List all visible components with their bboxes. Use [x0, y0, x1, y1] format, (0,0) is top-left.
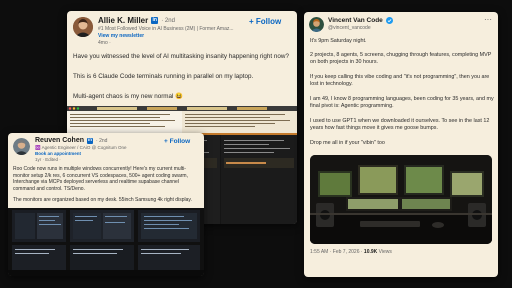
monitors-screenshot[interactable]: [8, 208, 204, 276]
follow-label: + Follow: [249, 17, 282, 26]
follow-button[interactable]: + Follow: [164, 138, 190, 145]
post-paragraph: This is 6 Claude Code terminals running …: [73, 73, 254, 80]
linkedin-badge-icon: in: [151, 17, 159, 24]
post-card-vincent: Vincent Van Code @vincent_vancode ··· It…: [304, 12, 498, 277]
follow-button[interactable]: + Follow: [249, 17, 281, 26]
post-paragraph: If you keep calling this vibe coding and…: [310, 74, 490, 88]
avatar[interactable]: [309, 17, 324, 32]
post-paragraph: I am 49, I know 8 programming languages,…: [310, 96, 494, 110]
author-headline: #1 Most Followed Voice in AI Business (2…: [98, 26, 234, 32]
post-paragraph: The monitors are organized based on my d…: [13, 197, 192, 203]
author-name[interactable]: Vincent Van Code: [328, 17, 383, 24]
author-handle[interactable]: @vincent_vancode: [328, 25, 371, 31]
author-line: Vincent Van Code: [328, 17, 393, 24]
post-paragraph: 2 projects, 8 agents, 5 screens, chuggin…: [310, 52, 492, 66]
post-footer: 1:55 AM · Feb 7, 2026 · 10.9K Views: [310, 249, 392, 255]
author-line: Reuven Cohen in · 2nd: [35, 137, 107, 144]
follow-label: + Follow: [164, 138, 191, 145]
post-paragraph: It's 9pm Saturday night.: [310, 38, 367, 44]
desk-setup-photo[interactable]: [310, 155, 492, 244]
avatar[interactable]: [13, 138, 30, 155]
post-paragraph: I used to use GPT1 when we downloaded it…: [310, 118, 490, 132]
post-paragraph: Have you witnessed the level of AI multi…: [73, 53, 289, 60]
newsletter-link[interactable]: View my newsletter: [98, 33, 144, 39]
post-time: 4mo ·: [98, 40, 111, 46]
linkedin-badge-icon: in: [87, 137, 94, 144]
appointment-link[interactable]: Book an appointment: [35, 151, 81, 156]
more-options-icon[interactable]: ···: [484, 16, 492, 24]
post-paragraph: Multi-agent chaos is my new normal 😆: [73, 93, 184, 100]
post-paragraph: Roo Code now runs in multiple windows co…: [13, 166, 188, 192]
author-name[interactable]: Allie K. Miller: [98, 16, 148, 25]
post-paragraph: Drop me all in if your "vibin" too: [310, 140, 385, 146]
views-count: 10.9K: [363, 249, 378, 255]
author-line: Allie K. Miller in · 2nd: [98, 16, 175, 25]
connection-degree: · 2nd: [161, 17, 175, 24]
connection-degree: · 2nd: [96, 137, 108, 144]
verified-badge-icon: [385, 17, 393, 24]
post-card-reuven: Reuven Cohen in · 2nd ♾️ Agentic Enginee…: [8, 133, 204, 276]
views-label: Views: [377, 249, 392, 255]
avatar[interactable]: [73, 17, 93, 37]
author-name[interactable]: Reuven Cohen: [35, 137, 84, 144]
post-timestamp[interactable]: 1:55 AM · Feb 7, 2026 ·: [310, 249, 364, 255]
post-time: 1yr · Edited ·: [35, 157, 61, 162]
